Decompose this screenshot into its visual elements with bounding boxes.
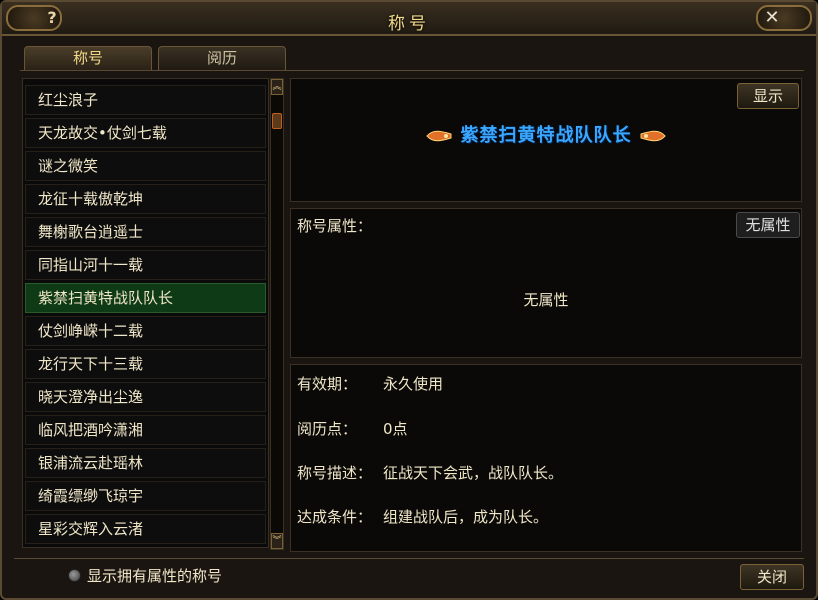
list-scrollbar[interactable]: ︽ ︾ xyxy=(270,78,284,550)
title-details-panel: 有效期： 永久使用 阅历点： 0点 称号描述： 征战天下会武，战队队长。 达成条件： 组… xyxy=(290,364,802,552)
list-item[interactable]: 红尘浪子 xyxy=(25,85,266,115)
description-row: 称号描述： 征战天下会武，战队队长。 xyxy=(297,462,563,483)
description-value: 征战天下会武，战队队长。 xyxy=(383,464,564,482)
list-item[interactable]: 舞榭歌台逍遥士 xyxy=(25,217,266,247)
no-attribute-badge[interactable]: 无属性 xyxy=(736,212,800,238)
scroll-thumb[interactable] xyxy=(272,113,282,129)
list-item-selected[interactable]: 紫禁扫黄特战队队长 xyxy=(25,283,266,313)
condition-row: 达成条件： 组建战队后，成为队长。 xyxy=(297,506,548,527)
list-item[interactable]: 晓天澄净出尘逸 xyxy=(25,382,266,412)
validity-value: 永久使用 xyxy=(383,375,444,393)
list-item[interactable]: 天龙故交•仗剑七载 xyxy=(25,118,266,148)
tab-titles[interactable]: 称号 xyxy=(24,46,152,70)
list-item[interactable]: 银浦流云赴瑶林 xyxy=(25,448,266,478)
attribute-filter-label: 显示拥有属性的称号 xyxy=(87,567,223,585)
list-item[interactable]: 临风把酒吟潇湘 xyxy=(25,415,266,445)
attributes-label: 称号属性： xyxy=(297,217,373,235)
list-item[interactable]: 同指山河十一载 xyxy=(25,250,266,280)
footer-divider xyxy=(14,558,804,559)
list-item[interactable]: 龙行天下十三载 xyxy=(25,349,266,379)
title-list: 红尘浪子 天龙故交•仗剑七载 谜之微笑 龙征十载傲乾坤 舞榭歌台逍遥士 同指山河… xyxy=(22,78,269,548)
current-title-display: 紫禁扫黄特战队队长 xyxy=(291,121,801,147)
left-wing-icon xyxy=(425,129,453,143)
attribute-filter-option[interactable]: 显示拥有属性的称号 xyxy=(68,565,222,586)
list-item[interactable]: 绮霞缥缈飞琼宇 xyxy=(25,481,266,511)
tab-divider xyxy=(20,70,804,71)
current-title-text: 紫禁扫黄特战队队长 xyxy=(460,125,632,146)
window-title: 称号 xyxy=(388,14,430,34)
validity-label: 有效期： xyxy=(297,375,358,393)
points-label: 阅历点： xyxy=(297,420,358,438)
list-item[interactable]: 星彩交辉入云渚 xyxy=(25,514,266,544)
tab-experience[interactable]: 阅历 xyxy=(158,46,286,70)
scroll-up-icon[interactable]: ︽ xyxy=(271,79,283,95)
list-item[interactable]: 仗剑峥嵘十二载 xyxy=(25,316,266,346)
right-wing-icon xyxy=(639,129,667,143)
points-value: 0点 xyxy=(383,420,408,438)
title-display-panel: 显示 紫禁扫黄特战队队长 xyxy=(290,78,802,202)
title-window: ? 称号 ✕ 称号 阅历 红尘浪子 天龙故交•仗剑七载 谜之微笑 龙征十载傲乾坤… xyxy=(0,0,818,600)
list-item[interactable]: 龙征十载傲乾坤 xyxy=(25,184,266,214)
points-row: 阅历点： 0点 xyxy=(297,418,408,439)
title-attributes-panel: 称号属性： 无属性 无属性 xyxy=(290,208,802,358)
title-bar[interactable]: ? 称号 ✕ xyxy=(2,2,816,36)
radio-button-icon[interactable] xyxy=(68,569,81,582)
condition-label: 达成条件： xyxy=(297,508,373,526)
attributes-value: 无属性 xyxy=(523,291,569,309)
show-button[interactable]: 显示 xyxy=(737,83,799,109)
list-item[interactable]: 谜之微笑 xyxy=(25,151,266,181)
validity-row: 有效期： 永久使用 xyxy=(297,373,443,394)
close-button[interactable]: 关闭 xyxy=(740,564,804,590)
condition-value: 组建战队后，成为队长。 xyxy=(383,508,549,526)
scroll-down-icon[interactable]: ︾ xyxy=(271,533,283,549)
close-icon[interactable]: ✕ xyxy=(762,8,782,28)
description-label: 称号描述： xyxy=(297,464,373,482)
